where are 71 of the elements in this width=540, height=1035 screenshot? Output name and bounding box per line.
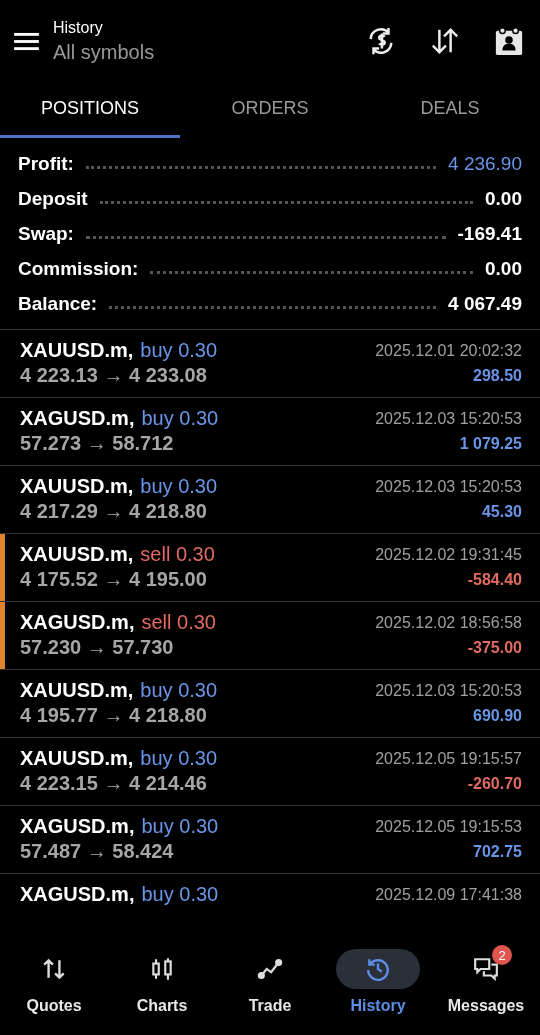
summary-label: Deposit xyxy=(18,187,88,210)
tab[interactable]: ORDERS xyxy=(180,82,360,138)
price-range: 57.273 → 58.712 xyxy=(20,432,174,455)
price-range: 4 223.13 → 4 233.08 xyxy=(20,364,207,387)
close-time: 2025.12.03 15:20:53 xyxy=(375,681,522,700)
history-clock-icon xyxy=(365,956,391,982)
chat-bubbles-icon xyxy=(473,956,499,982)
contact-card-icon[interactable] xyxy=(494,26,524,56)
close-time: 2025.12.03 15:20:53 xyxy=(375,477,522,496)
close-time: 2025.12.09 17:41:38 xyxy=(375,885,522,904)
close-time: 2025.12.03 15:20:53 xyxy=(375,409,522,428)
price-range: 57.230 → 57.730 xyxy=(20,636,174,659)
profit-value: -584.40 xyxy=(467,570,522,589)
price-range: 4 223.15 → 4 214.46 xyxy=(20,772,207,795)
nav-item[interactable]: Charts xyxy=(108,949,216,1015)
nav-item[interactable]: Trade xyxy=(216,949,324,1015)
summary-label: Balance: xyxy=(18,292,98,315)
symbol-text: XAGUSD.m, xyxy=(20,815,135,838)
price-range: 4 175.52 → 4 195.00 xyxy=(20,568,207,591)
profit-value: 45.30 xyxy=(481,502,522,521)
tab[interactable]: POSITIONS xyxy=(0,82,180,138)
nav-item[interactable]: History xyxy=(324,949,432,1015)
trade-side: buy 0.30 xyxy=(141,883,219,906)
trade-side: sell 0.30 xyxy=(141,611,216,634)
nav-item[interactable]: Quotes xyxy=(0,949,108,1015)
symbol-text: XAGUSD.m, xyxy=(20,407,135,430)
profit-value: 690.90 xyxy=(473,706,522,725)
close-time: 2025.12.02 18:56:58 xyxy=(375,613,522,632)
trade-side: buy 0.30 xyxy=(141,815,219,838)
summary-value: 4 236.90 xyxy=(448,152,522,175)
symbol-text: XAUUSD.m, xyxy=(20,475,134,498)
trade-side: buy 0.30 xyxy=(140,339,218,362)
symbol-text: XAUUSD.m, xyxy=(20,543,134,566)
price-range: 57.487 → 58.424 xyxy=(20,840,174,863)
symbol-filter[interactable]: All symbols xyxy=(53,40,366,64)
close-time: 2025.12.02 19:31:45 xyxy=(375,545,522,564)
summary-value: 4 067.49 xyxy=(448,292,522,315)
profit-value: 1 079.25 xyxy=(459,434,522,453)
screen-title: History xyxy=(53,18,104,37)
close-time: 2025.12.01 20:02:32 xyxy=(375,341,522,360)
trade-side: buy 0.30 xyxy=(141,407,219,430)
trade-side: buy 0.30 xyxy=(140,475,218,498)
summary-value: -169.41 xyxy=(457,222,522,245)
symbol-text: XAUUSD.m, xyxy=(20,339,134,362)
summary-value: 0.00 xyxy=(485,187,522,210)
summary-label: Profit: xyxy=(18,152,74,175)
summary-label: Commission: xyxy=(18,257,139,280)
profit-value: 702.75 xyxy=(473,842,522,861)
up-down-arrows-icon xyxy=(41,956,67,982)
close-time: 2025.12.05 19:15:57 xyxy=(375,749,522,768)
trade-side: buy 0.30 xyxy=(140,747,218,770)
trade-side: sell 0.30 xyxy=(140,543,215,566)
profit-value: 298.50 xyxy=(473,366,522,385)
summary-value: 0.00 xyxy=(485,257,522,280)
menu-icon[interactable] xyxy=(14,31,39,51)
trade-side: buy 0.30 xyxy=(140,679,218,702)
symbol-text: XAUUSD.m, xyxy=(20,747,134,770)
trend-line-icon xyxy=(257,956,283,982)
profit-value: -260.70 xyxy=(467,774,522,793)
price-range: 4 195.77 → 4 218.80 xyxy=(20,704,207,727)
profit-value: -375.00 xyxy=(467,638,522,657)
tab[interactable]: DEALS xyxy=(360,82,540,138)
symbol-text: XAGUSD.m, xyxy=(20,883,135,906)
sort-icon[interactable] xyxy=(430,26,460,56)
close-time: 2025.12.05 19:15:53 xyxy=(375,817,522,836)
unread-badge: 2 xyxy=(492,945,512,965)
symbol-text: XAGUSD.m, xyxy=(20,611,135,634)
candlestick-icon xyxy=(149,956,175,982)
summary-label: Swap: xyxy=(18,222,74,245)
symbol-text: XAUUSD.m, xyxy=(20,679,134,702)
price-range: 4 217.29 → 4 218.80 xyxy=(20,500,207,523)
